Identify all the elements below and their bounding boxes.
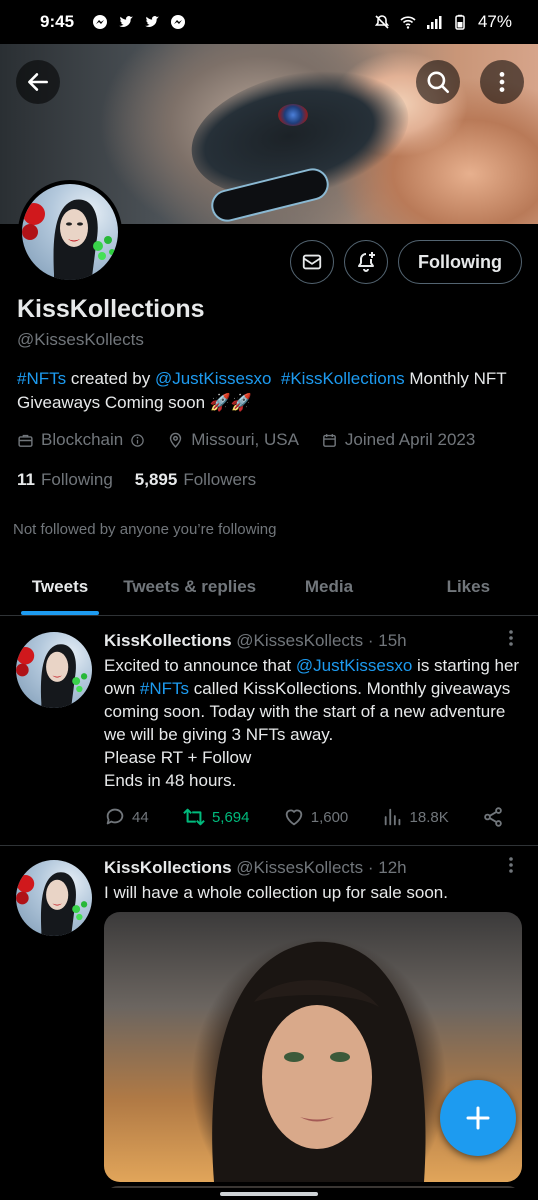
- more-vertical-icon: [509, 630, 513, 646]
- bio-hashtag-kisskollections[interactable]: #KissKollections: [281, 369, 405, 388]
- tweet-avatar[interactable]: [16, 632, 92, 708]
- followers-count-link[interactable]: 5,895 Followers: [135, 470, 256, 490]
- following-button[interactable]: Following: [398, 240, 522, 284]
- message-button[interactable]: [290, 240, 334, 284]
- more-button[interactable]: [480, 60, 524, 104]
- back-button[interactable]: [16, 60, 60, 104]
- heart-icon: [285, 809, 302, 826]
- tweet-time: · 15h: [367, 631, 407, 650]
- back-arrow-icon: [28, 73, 48, 91]
- messenger-icon: [171, 15, 186, 29]
- battery-percent: 47%: [477, 12, 512, 31]
- location-pin-icon: [170, 432, 182, 448]
- like-button[interactable]: 1,600: [283, 806, 349, 828]
- category-label: Blockchain: [41, 430, 124, 449]
- bio-mention[interactable]: @JustKissesxo: [155, 369, 271, 388]
- profile-meta: Blockchain Missouri, USA Joined April 20…: [17, 430, 489, 450]
- joined-label: Joined April 2023: [344, 430, 476, 449]
- search-icon: [427, 71, 450, 94]
- profile-avatar[interactable]: [18, 180, 122, 284]
- tweet-text-line: Please RT + Follow: [104, 748, 252, 767]
- view-count: 18.8K: [409, 808, 449, 826]
- bio-text: created by: [66, 369, 155, 388]
- avatar-illustration: [22, 199, 115, 280]
- retweet-icon: [183, 808, 205, 826]
- tweet-mention[interactable]: @JustKissesxo: [296, 656, 412, 675]
- tweet-divider: [0, 845, 538, 846]
- gesture-handle[interactable]: [220, 1192, 318, 1196]
- mail-icon: [302, 254, 322, 270]
- retweet-count: 5,694: [211, 808, 250, 826]
- profile-joined: Joined April 2023: [321, 430, 475, 450]
- wifi-icon: [400, 16, 416, 29]
- views-button[interactable]: 18.8K: [382, 806, 449, 828]
- reply-count: 44: [132, 808, 149, 826]
- tweet-author-name[interactable]: KissKollections: [104, 631, 232, 650]
- avatar-illustration: [16, 644, 88, 708]
- status-time: 9:45: [40, 12, 75, 31]
- location-label: Missouri, USA: [191, 430, 299, 449]
- tweet-actions: 44 5,694 1,600 18.8K: [104, 806, 504, 828]
- profile-name: KissKollections: [17, 295, 205, 323]
- messenger-icon: [93, 15, 108, 29]
- followers-label: Followers: [183, 470, 257, 489]
- tweet-more-button[interactable]: [506, 628, 516, 654]
- tweet-text: I will have a whole collection up for sa…: [104, 883, 448, 902]
- notify-button[interactable]: [344, 240, 388, 284]
- profile-tabs: Tweets Tweets & replies Media Likes: [0, 558, 538, 616]
- banner-eye-shape: [278, 104, 308, 126]
- avatar-illustration: [16, 872, 88, 936]
- tweet-author-handle: @KissesKollects: [236, 631, 364, 650]
- mute-bell-icon: [374, 15, 390, 29]
- more-vertical-icon: [509, 857, 513, 873]
- followers-count: 5,895: [134, 470, 178, 489]
- bio-hashtag-nfts[interactable]: #NFTs: [17, 369, 66, 388]
- tweet-header: KissKollections @KissesKollects · 12h: [104, 858, 407, 878]
- tweet-header: KissKollections @KissesKollects · 15h: [104, 631, 407, 651]
- info-icon[interactable]: [130, 433, 145, 448]
- tab-media[interactable]: Media: [259, 558, 398, 615]
- views-icon: [384, 808, 400, 826]
- following-label: Following: [40, 470, 113, 489]
- signal-icon: [426, 16, 442, 29]
- profile-location: Missouri, USA: [167, 430, 299, 450]
- reply-button[interactable]: 44: [104, 806, 149, 828]
- tweet-text-part: Excited to announce that: [104, 656, 296, 675]
- calendar-icon: [323, 433, 336, 447]
- battery-icon: [455, 14, 465, 30]
- not-followed-note: Not followed by anyone you’re following: [13, 521, 277, 538]
- tweet-time: · 12h: [367, 858, 407, 877]
- tweet-more-button[interactable]: [506, 855, 516, 881]
- profile-bio: #NFTs created by @JustKissesxo #KissKoll…: [17, 367, 517, 415]
- follow-counts: 11 Following 5,895 Followers: [17, 470, 256, 490]
- share-icon: [484, 807, 502, 827]
- share-button[interactable]: [482, 806, 504, 828]
- more-vertical-icon: [499, 72, 505, 92]
- compose-tweet-button[interactable]: [440, 1080, 516, 1156]
- bell-plus-icon: [358, 252, 375, 272]
- compose-plus-icon: [466, 1106, 490, 1130]
- tweet-author-name[interactable]: KissKollections: [104, 858, 232, 877]
- briefcase-icon: [18, 434, 33, 447]
- tab-tweets-replies[interactable]: Tweets & replies: [120, 558, 259, 615]
- tweet-author-handle: @KissesKollects: [236, 858, 364, 877]
- following-count-link[interactable]: 11 Following: [17, 470, 113, 490]
- reply-icon: [106, 808, 124, 825]
- tab-tweets[interactable]: Tweets: [0, 558, 120, 615]
- tweet-text-line: Ends in 48 hours.: [104, 771, 237, 790]
- tab-likes[interactable]: Likes: [399, 558, 538, 615]
- profile-category[interactable]: Blockchain: [17, 430, 145, 450]
- search-button[interactable]: [416, 60, 460, 104]
- twitter-bird-icon: [145, 16, 160, 27]
- like-count: 1,600: [310, 808, 349, 826]
- tweet-hashtag[interactable]: #NFTs: [140, 679, 189, 698]
- following-count: 11: [17, 470, 35, 489]
- retweet-button[interactable]: 5,694: [182, 806, 250, 828]
- tweet-text: Excited to announce that @JustKissesxo i…: [104, 654, 524, 792]
- status-bar: 9:45 47%: [0, 0, 538, 44]
- twitter-bird-icon: [119, 16, 134, 27]
- tweet-avatar[interactable]: [16, 860, 92, 936]
- profile-handle: @KissesKollects: [17, 330, 144, 349]
